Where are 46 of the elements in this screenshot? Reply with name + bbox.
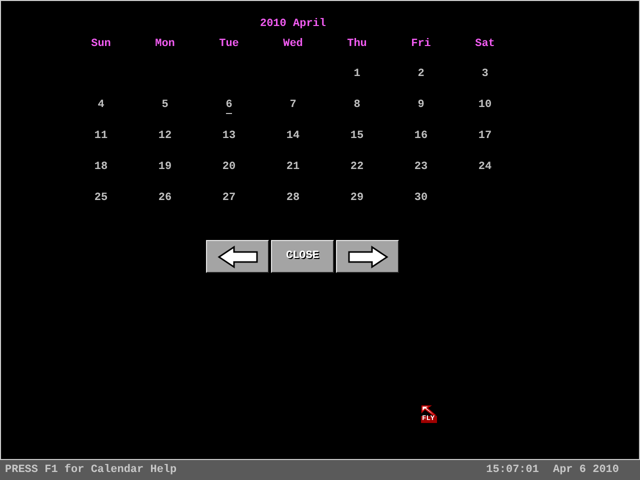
day-cell[interactable]: 28 — [286, 190, 300, 207]
day-cell[interactable]: 19 — [158, 159, 172, 176]
day-cell[interactable]: 26 — [158, 190, 172, 207]
day-cell[interactable]: 21 — [286, 159, 300, 176]
weekday-header: Thu — [347, 37, 367, 52]
day-cell[interactable]: 11 — [94, 128, 108, 145]
weekday-header: Mon — [155, 37, 175, 52]
day-cell[interactable]: 15 — [350, 128, 364, 145]
day-cell[interactable]: 8 — [354, 97, 360, 114]
day-cell[interactable]: 29 — [350, 190, 364, 207]
day-cell[interactable]: 27 — [222, 190, 236, 207]
day-cell[interactable]: 2 — [418, 66, 424, 83]
day-cell[interactable]: 4 — [98, 97, 104, 114]
clock-date: Apr 6 2010 — [552, 462, 619, 478]
month-title: 2010 April — [260, 17, 326, 32]
day-cell[interactable]: 12 — [158, 128, 172, 145]
weekday-header: Sat — [475, 37, 495, 52]
previous-month-button[interactable] — [206, 240, 269, 273]
day-cell[interactable]: 17 — [478, 128, 492, 145]
day-cell[interactable]: 24 — [478, 159, 492, 176]
day-cell[interactable]: 14 — [286, 128, 300, 145]
day-cell[interactable]: 13 — [222, 128, 236, 145]
day-cell[interactable]: 9 — [418, 97, 424, 114]
weekday-header: Tue — [219, 37, 239, 52]
day-cell[interactable]: 23 — [414, 159, 428, 176]
left-arrow-icon — [216, 244, 260, 268]
right-arrow-icon — [346, 244, 390, 268]
weekday-header: Fri — [411, 37, 431, 52]
day-cell[interactable]: 22 — [350, 159, 364, 176]
day-cell[interactable]: 5 — [162, 97, 168, 114]
day-cell[interactable]: 30 — [414, 190, 428, 207]
day-cell[interactable]: 16 — [414, 128, 428, 145]
weekday-header: Wed — [283, 37, 303, 52]
help-hint: PRESS F1 for Calendar Help — [5, 462, 177, 478]
day-cell[interactable]: 20 — [222, 159, 236, 176]
day-cell[interactable]: 6 — [226, 97, 232, 114]
day-cell[interactable]: 18 — [94, 159, 108, 176]
day-cell[interactable]: 7 — [290, 97, 296, 114]
day-cell[interactable]: 10 — [478, 97, 492, 114]
day-cell[interactable]: 1 — [354, 66, 360, 83]
day-cell[interactable]: 25 — [94, 190, 108, 207]
weekday-header: Sun — [91, 37, 111, 52]
clock-time: 15:07:01 — [486, 462, 539, 478]
day-cell[interactable]: 3 — [482, 66, 488, 83]
arrow-cursor-icon — [421, 405, 437, 416]
next-month-button[interactable] — [336, 240, 399, 273]
